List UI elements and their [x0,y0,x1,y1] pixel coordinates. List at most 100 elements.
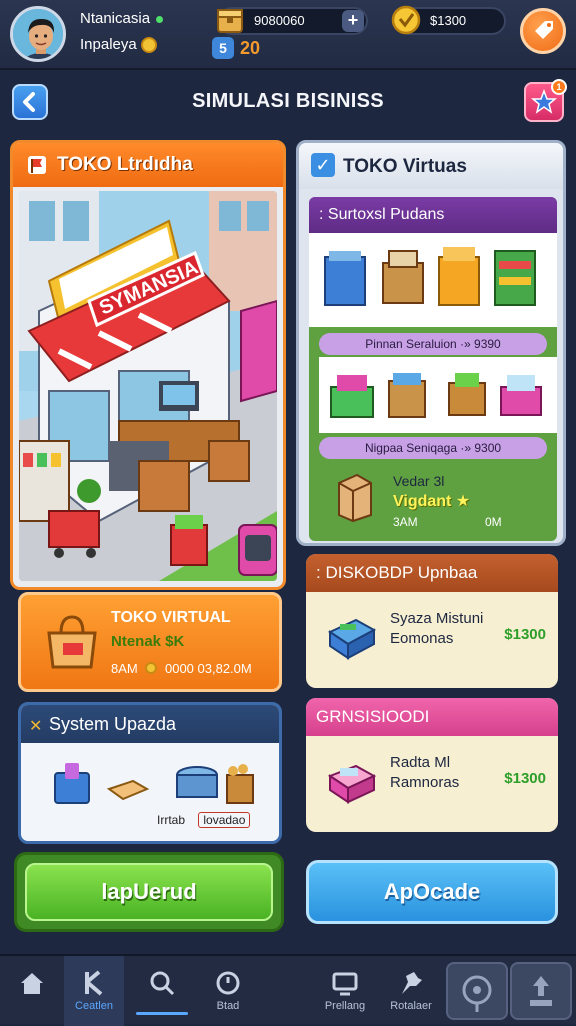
product-shelves-icon [324,247,536,306]
nav-products-label: Prellang [324,1000,366,1012]
store-scene[interactable]: SYMANSIA [19,191,277,581]
search-icon [150,971,175,996]
coin-counter[interactable]: $1300 [391,5,506,35]
top-bar: Ntanicasia Inpaleya 9080060 + $1300 5 20 [0,0,576,70]
clock-icon [216,971,240,995]
tools-icon [85,970,103,996]
coin-value: $1300 [430,13,467,28]
upgrade-store-button-label: lapUerud [25,863,273,921]
crate-icon [217,9,243,33]
product-price-row-1: Pinnan Seraluion ·» 9390 [319,333,547,355]
virtual-card-time: 8AM [111,661,138,676]
virtual-card-meta: 8AM 0000 03,82.0M [111,661,252,676]
cash-register-icon [327,618,377,660]
upgrade-virtual-button[interactable]: ApOcade [306,860,558,924]
player-name-text: Ntanicasia [80,10,151,27]
footer-value: 0M [485,515,502,529]
coin-small-icon [140,37,157,54]
online-status-dot [156,15,164,23]
system-update-title: System Upazda [49,714,177,734]
nav-timer-label: Btad [216,1000,240,1012]
promo-card[interactable]: GRNSISIOODI Radta Ml Ramnoras $1300 [306,698,558,832]
shopping-bag-icon [47,615,97,669]
store-panel-header: TOKO Ltrdıdha [13,143,283,187]
notification-badge: 1 [551,79,567,95]
nav-create[interactable]: Ceatlen [64,956,124,1026]
coin-small-icon [145,662,158,674]
discount-line-2: Eomonas [390,630,454,647]
nav-products[interactable]: Prellang [312,956,378,1026]
virtual-store-panel: ✓ TOKO Virtuas : Surtoxsl Pudans Pinnan … [296,140,566,546]
product-row-2[interactable] [319,357,557,433]
monitor-icon [332,972,358,996]
system-update-header: ✕ System Upazda [21,705,279,743]
bottom-navigation: Ceatlen Btad Prellang Rotalaer [0,954,576,1026]
footer-time: 3AM [393,515,418,529]
nav-upload[interactable] [510,962,572,1020]
virtual-card-subtitle: Ntenak $K [111,633,185,650]
checkbox-icon: ✓ [311,153,335,177]
page-title: SIMULASI BISINISS [192,90,384,112]
nav-home[interactable] [0,956,64,1026]
storefront-illustration-icon: SYMANSIA [19,191,277,581]
promo-line-1: Radta Ml [390,754,451,771]
promo-card-header: GRNSISIOODI [306,698,558,736]
level-icon: 5 [212,37,234,59]
product-price-row-2: Nigpaa Seniqaga ·» 9300 [319,437,547,459]
product-section-header: : Surtoxsl Pudans [309,197,557,233]
discount-card-title: : DISKOBDP Upnbaa [316,563,478,582]
system-update-card[interactable]: ✕ System Upazda Irrtab lovadao [18,702,282,844]
store-panel-title: TOKO Ltrdıdha [57,154,193,175]
player-subtitle: Inpaleya [80,36,157,54]
player-avatar[interactable] [10,6,66,62]
wrench-icon: ✕ [29,718,43,735]
box-icon [338,473,372,523]
discount-card[interactable]: : DISKOBDP Upnbaa Syaza Mistuni Eomonas … [306,554,558,688]
virtual-store-header: ✓ TOKO Virtuas [299,143,563,189]
discount-card-header: : DISKOBDP Upnbaa [306,554,558,592]
player-name: Ntanicasia [80,10,164,27]
store-panel: TOKO Ltrdıdha SYMANSIA [10,140,286,590]
product-crates-icon [330,373,542,418]
update-tag-boxed[interactable]: lovadao [198,812,251,828]
nav-retail[interactable]: Rotalaer [378,956,444,1026]
virtual-store-card[interactable]: TOKO VIRTUAL Ntenak $K 8AM 0000 03,82.0M [18,592,282,692]
footer-line-1: Vedar 3l [393,473,445,489]
update-tag: Irrtab [157,813,186,827]
footer-line-2: Vigdant ★ [393,493,471,510]
player-level: 20 [240,38,261,58]
gold-coin-icon [391,5,421,35]
add-resource-button[interactable]: + [342,10,364,32]
update-items-icon [54,763,254,804]
discount-price: $1300 [504,626,546,643]
nav-search[interactable] [130,956,194,1026]
virtual-card-title: TOKO VIRTUAL [111,609,231,626]
nav-active-indicator [136,1012,188,1015]
notifications-button[interactable]: 1 [524,79,567,122]
nav-location[interactable] [446,962,508,1020]
upload-icon [530,976,552,1006]
home-icon [21,973,43,994]
system-update-tags: Irrtab lovadao [157,812,260,828]
product-section: : Surtoxsl Pudans Pinnan Seraluion ·» 93… [309,197,557,541]
virtual-store-title: TOKO Virtuas [343,156,467,177]
tag-icon [535,21,553,39]
nav-retail-label: Rotalaer [390,1000,432,1012]
player-subtitle-text: Inpaleya [80,36,137,53]
rewards-button[interactable] [520,8,566,54]
resource-value: 9080060 [254,13,305,28]
promo-card-title: GRNSISIOODI [316,707,430,726]
discount-line-1: Syaza Mistuni [390,610,484,627]
promo-price: $1300 [504,770,546,787]
virtual-card-value: 0000 03,82.0M [164,661,252,676]
promo-line-2: Ramnoras [390,774,460,791]
nav-create-label: Ceatlen [75,1000,113,1012]
pin-icon [462,975,492,1012]
nav-timer[interactable]: Btad [196,956,260,1026]
puzzle-icon [402,972,422,994]
product-row-1[interactable] [309,233,557,327]
upgrade-store-button[interactable]: lapUerud [14,852,284,932]
flag-icon [28,156,46,174]
resource-counter[interactable]: 9080060 + [217,7,368,35]
avatar-portrait-icon [13,9,63,59]
